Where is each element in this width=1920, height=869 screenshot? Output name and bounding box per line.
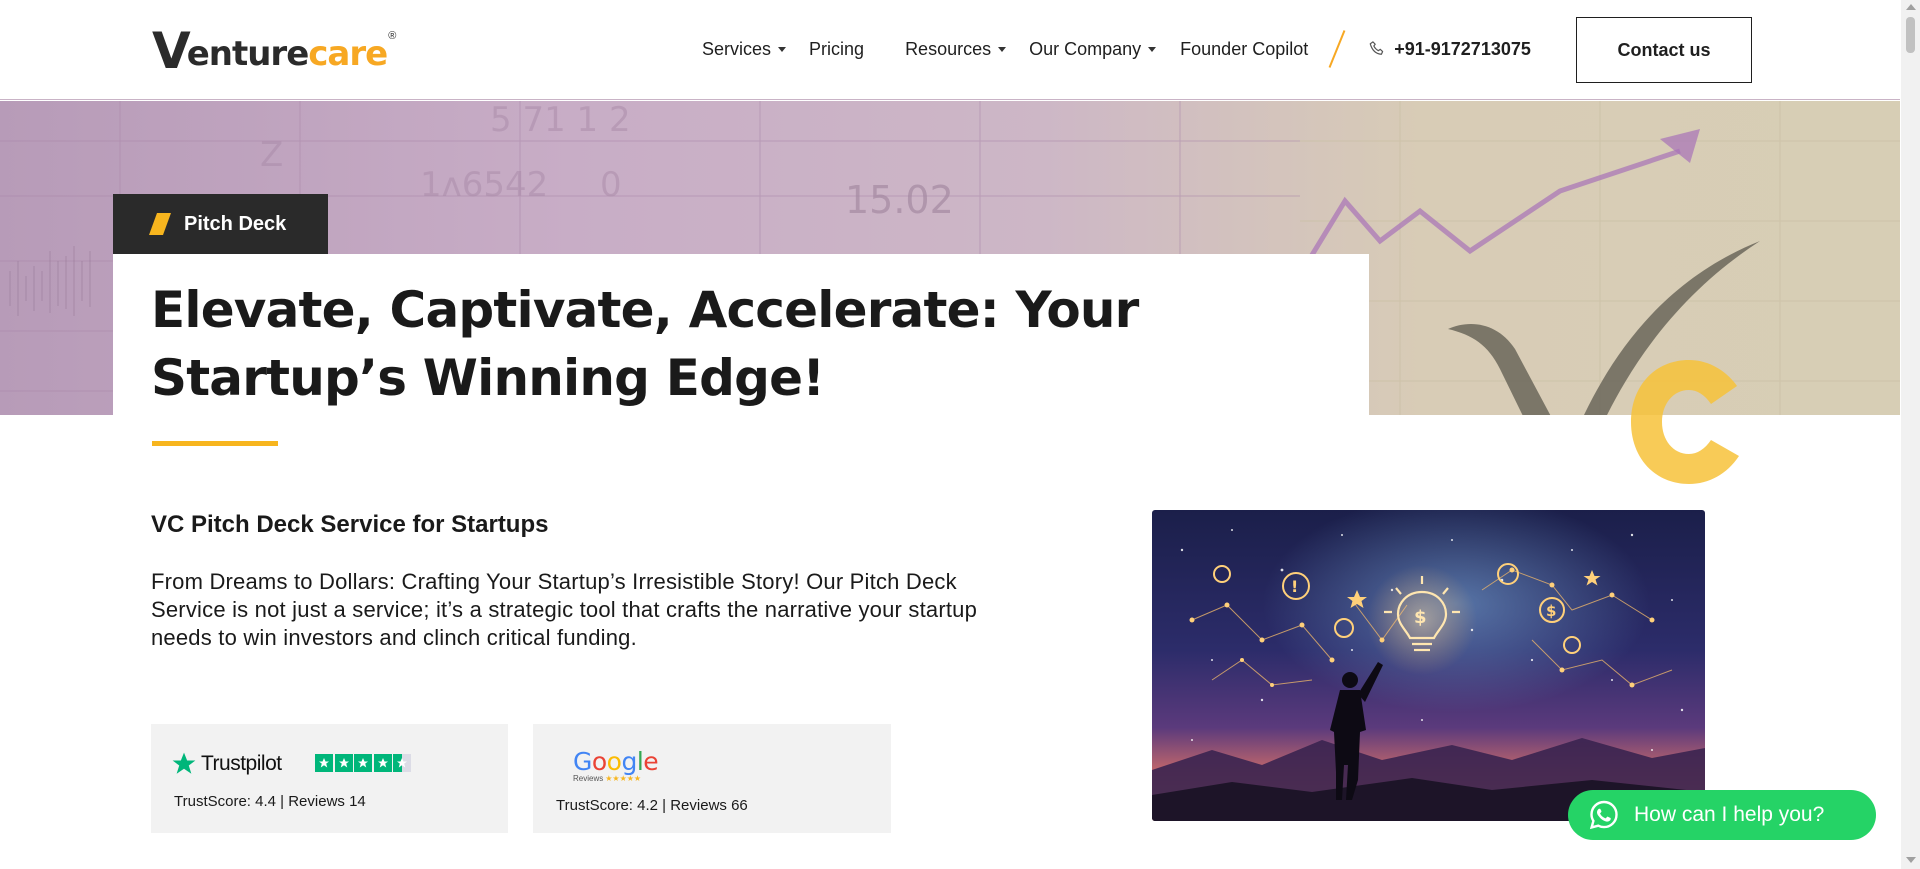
trustpilot-rating-stars <box>315 754 413 772</box>
svg-text:!: ! <box>1291 577 1298 596</box>
rating-half-star-icon <box>393 754 411 772</box>
trustpilot-review-card[interactable]: Trustpilot TrustScore: 4.4 | Reviews 14 <box>151 724 508 833</box>
site-header: V enture care ® Services Pricing Resourc… <box>0 0 1900 100</box>
ticker-number: 15.02 <box>845 178 954 222</box>
contact-us-button[interactable]: Contact us <box>1576 17 1752 83</box>
trustpilot-logo: Trustpilot <box>171 751 282 777</box>
venturecare-logo[interactable]: V enture care ® <box>152 22 397 80</box>
rating-star-icon <box>334 754 353 772</box>
google-letter: g <box>621 747 637 776</box>
logo-v: V <box>152 22 191 80</box>
google-letter: o <box>591 747 607 776</box>
nav-services[interactable]: Services <box>702 38 787 60</box>
google-stars-icon: ★★★★★ <box>605 774 642 783</box>
pitch-deck-tag: Pitch Deck <box>113 194 328 254</box>
nav-our-company[interactable]: Our Company <box>1029 38 1157 60</box>
trustpilot-score: TrustScore: 4.4 | Reviews 14 <box>174 793 366 810</box>
scrollbar-thumb[interactable] <box>1906 17 1915 53</box>
section-description: From Dreams to Dollars: Crafting Your St… <box>151 569 978 650</box>
nav-founder-copilot-label: Founder Copilot <box>1180 38 1309 59</box>
scroll-down-icon[interactable] <box>1906 857 1916 863</box>
phone-number: +91-9172713075 <box>1394 38 1531 59</box>
section-subtitle: VC Pitch Deck Service for Startups <box>151 511 549 538</box>
svg-text:0: 0 <box>600 165 622 205</box>
trustpilot-name: Trustpilot <box>201 752 282 775</box>
svg-text:5 71 1 2: 5 71 1 2 <box>490 101 631 140</box>
whatsapp-chat-label: How can I help you? <box>1634 803 1825 826</box>
title-underline <box>152 441 278 446</box>
google-letter: e <box>643 747 659 776</box>
google-score: TrustScore: 4.2 | Reviews 66 <box>556 797 748 814</box>
caret-down-icon <box>778 46 787 52</box>
vc-c-letter <box>1631 360 1739 484</box>
google-wordmark: Google <box>573 747 659 776</box>
svg-text:$: $ <box>1414 607 1427 628</box>
nav-our-company-label: Our Company <box>1029 38 1142 59</box>
trustpilot-star-icon <box>172 752 196 774</box>
caret-down-icon <box>1148 46 1157 52</box>
main-nav: Services Pricing Resources Our Company F… <box>702 30 1531 68</box>
nav-resources[interactable]: Resources <box>905 38 1007 60</box>
phone-link[interactable]: +91-9172713075 <box>1368 39 1531 60</box>
google-letter: G <box>573 747 592 776</box>
logo-care: care <box>308 34 388 74</box>
rating-star-icon <box>373 754 392 772</box>
rating-star-icon <box>354 754 372 772</box>
whatsapp-chat-button[interactable]: How can I help you? <box>1568 790 1876 840</box>
nav-pricing-label: Pricing <box>809 38 865 59</box>
svg-text:1ᴧ6542: 1ᴧ6542 <box>420 165 548 205</box>
whatsapp-icon <box>1589 800 1618 830</box>
page-title: Elevate, Captivate, Accelerate: Your Sta… <box>151 281 1139 407</box>
hero-title-box: Elevate, Captivate, Accelerate: Your Sta… <box>113 254 1369 416</box>
tag-label: Pitch Deck <box>184 212 287 235</box>
nav-founder-copilot[interactable]: Founder Copilot <box>1180 39 1308 60</box>
svg-text:Z: Z <box>260 135 283 175</box>
logo-enture: enture <box>186 34 310 74</box>
google-review-card[interactable]: Google Reviews ★★★★★ TrustScore: 4.2 | R… <box>533 724 891 833</box>
starry-sky-illustration: ! $ $ <box>1152 510 1705 821</box>
logo-registered-mark: ® <box>388 30 397 42</box>
nav-divider <box>1328 30 1346 68</box>
nav-pricing[interactable]: Pricing <box>809 39 864 60</box>
google-reviews-logo: Google Reviews ★★★★★ <box>573 747 659 784</box>
illustration-svg: ! $ $ <box>1152 510 1705 821</box>
google-reviews-label: Reviews <box>573 774 604 783</box>
phone-icon <box>1369 41 1384 55</box>
nav-services-label: Services <box>702 38 772 59</box>
nav-resources-label: Resources <box>905 38 992 59</box>
svg-text:$: $ <box>1546 602 1556 620</box>
google-letter: o <box>606 747 622 776</box>
rating-star-icon <box>315 754 333 772</box>
scroll-up-icon[interactable] <box>1906 4 1916 10</box>
tag-accent-icon <box>148 213 172 235</box>
page-scrollbar[interactable] <box>1901 0 1920 869</box>
caret-down-icon <box>998 46 1007 52</box>
